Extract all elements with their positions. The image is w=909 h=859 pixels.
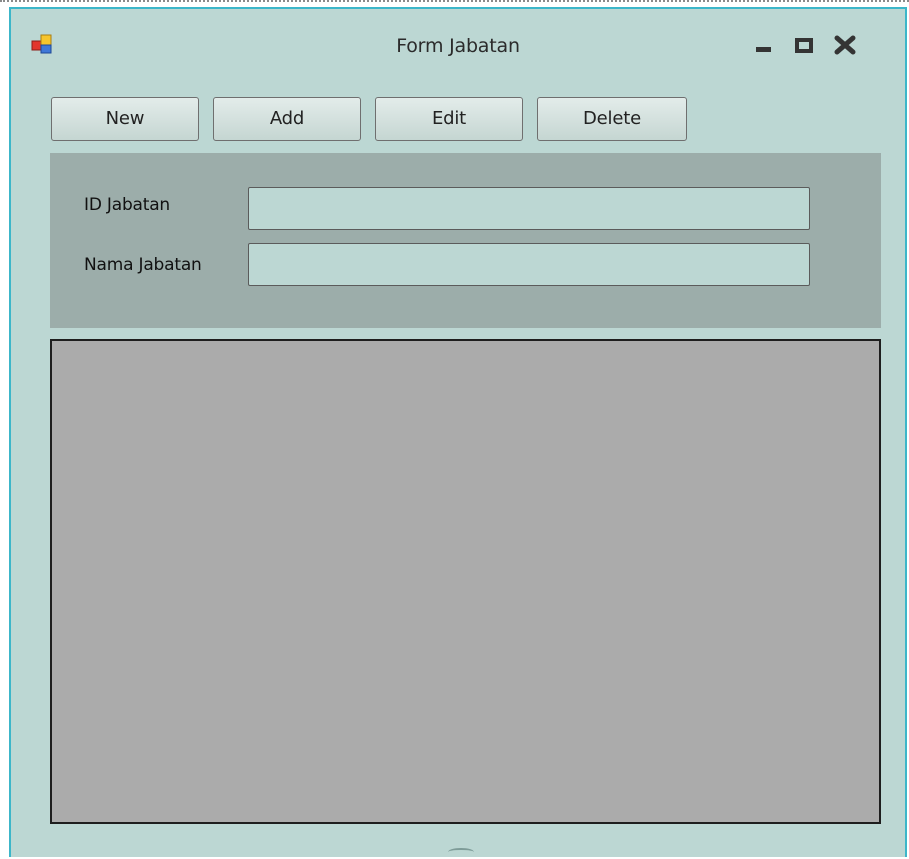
minimize-button[interactable] <box>751 31 779 59</box>
data-grid[interactable] <box>50 339 881 824</box>
add-button[interactable]: Add <box>213 97 361 141</box>
screen-top-border <box>0 0 909 2</box>
title-bar[interactable]: Form Jabatan <box>11 9 905 69</box>
maximize-button[interactable] <box>791 31 819 59</box>
close-button[interactable] <box>831 31 859 59</box>
edit-button[interactable]: Edit <box>375 97 523 141</box>
nama-jabatan-label: Nama Jabatan <box>84 255 202 275</box>
nama-jabatan-input[interactable] <box>248 243 810 286</box>
id-jabatan-input[interactable] <box>248 187 810 230</box>
new-button[interactable]: New <box>51 97 199 141</box>
form-window: Form Jabatan New Add Edit Delete ID Jaba… <box>9 7 907 857</box>
close-icon <box>834 35 856 55</box>
maximize-icon <box>795 38 813 53</box>
resize-grip[interactable] <box>448 848 474 856</box>
id-jabatan-label: ID Jabatan <box>84 195 171 215</box>
minimize-icon <box>756 47 771 52</box>
input-panel: ID Jabatan Nama Jabatan <box>50 153 881 328</box>
delete-button[interactable]: Delete <box>537 97 687 141</box>
